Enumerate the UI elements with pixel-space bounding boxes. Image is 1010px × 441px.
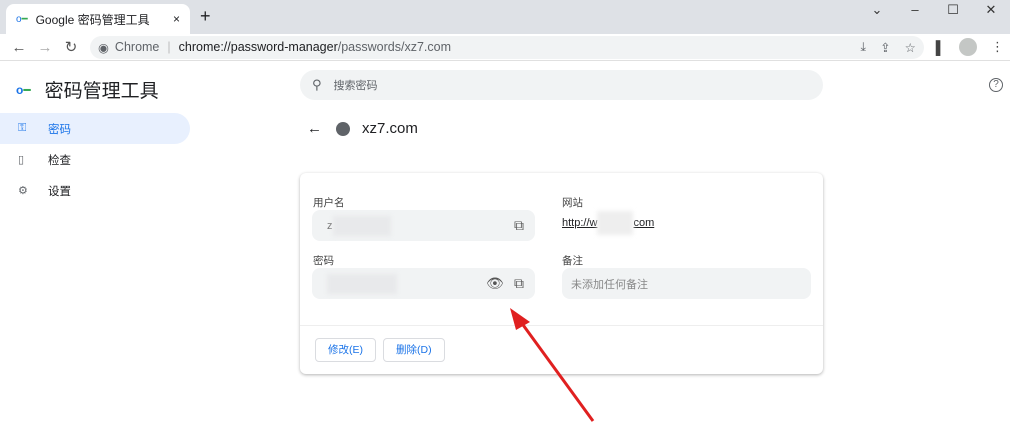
annotation-arrow	[510, 308, 595, 422]
